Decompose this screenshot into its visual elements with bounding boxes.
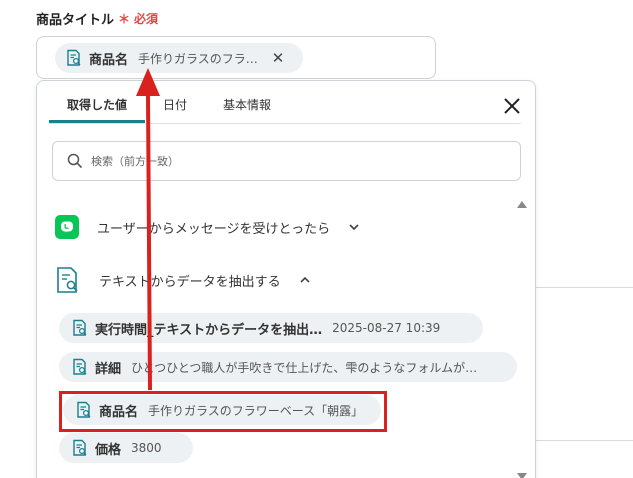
document-search-icon: [73, 439, 87, 456]
scroll-up-arrow[interactable]: [517, 201, 527, 208]
list-item[interactable]: 実行時間_テキストからデータを抽出… 2025-08-27 10:39: [59, 313, 483, 343]
item-label: 価格: [95, 442, 122, 458]
item-label: 詳細: [95, 361, 122, 377]
background-divider: [536, 287, 633, 288]
scroll-down-arrow[interactable]: [517, 473, 527, 478]
chip-value: 手作りガラスのフラ…: [138, 51, 258, 66]
section-title: テキストからデータを抽出する: [99, 274, 281, 290]
search-placeholder: 検索（前方一致）: [91, 155, 179, 168]
section-title: ユーザーからメッセージを受けとったら: [97, 221, 331, 237]
selected-value-chip[interactable]: 商品名 手作りガラスのフラ… ✕: [55, 43, 303, 73]
chevron-up-icon[interactable]: [299, 274, 311, 286]
list-item[interactable]: 価格 3800: [59, 433, 193, 463]
tab-retrieved-values[interactable]: 取得した値: [49, 95, 146, 123]
title-input-field[interactable]: 商品名 手作りガラスのフラ… ✕: [36, 36, 436, 79]
line-app-icon: [55, 215, 79, 239]
chip-remove-icon[interactable]: ✕: [272, 49, 285, 67]
item-label: 実行時間_テキストからデータを抽出…: [95, 322, 323, 338]
required-mark: ＊: [118, 12, 131, 26]
search-input[interactable]: 検索（前方一致）: [52, 141, 521, 181]
item-value: ひとつひとつ職人が手吹きで仕上げた、雫のようなフォルムが…: [131, 360, 478, 375]
panel-tabs: 取得した値 日付 基本情報: [49, 95, 289, 123]
close-icon[interactable]: [501, 95, 523, 117]
background-divider: [536, 440, 633, 441]
document-search-icon: [67, 49, 81, 66]
section-line-message[interactable]: ユーザーからメッセージを受けとったら: [55, 215, 360, 239]
field-label: 商品タイトル ＊ 必須: [36, 9, 158, 28]
item-value: 3800: [131, 441, 162, 455]
tab-date[interactable]: 日付: [145, 95, 205, 123]
field-label-text: 商品タイトル: [36, 13, 115, 28]
item-value: 2025-08-27 10:39: [332, 321, 441, 335]
document-search-icon: [57, 267, 78, 293]
annotation-highlight-box: [59, 391, 387, 432]
chevron-down-icon[interactable]: [348, 221, 360, 233]
list-item[interactable]: 詳細 ひとつひとつ職人が手吹きで仕上げた、雫のようなフォルムが…: [59, 352, 517, 382]
section-extract-text[interactable]: テキストからデータを抽出する: [55, 266, 311, 294]
tab-basic-info[interactable]: 基本情報: [205, 95, 289, 123]
chip-label: 商品名: [89, 52, 129, 68]
tabs-divider: [49, 123, 521, 124]
document-search-icon: [73, 358, 87, 375]
required-text: 必須: [134, 12, 159, 26]
search-icon: [67, 153, 83, 169]
document-search-icon: [73, 319, 87, 336]
